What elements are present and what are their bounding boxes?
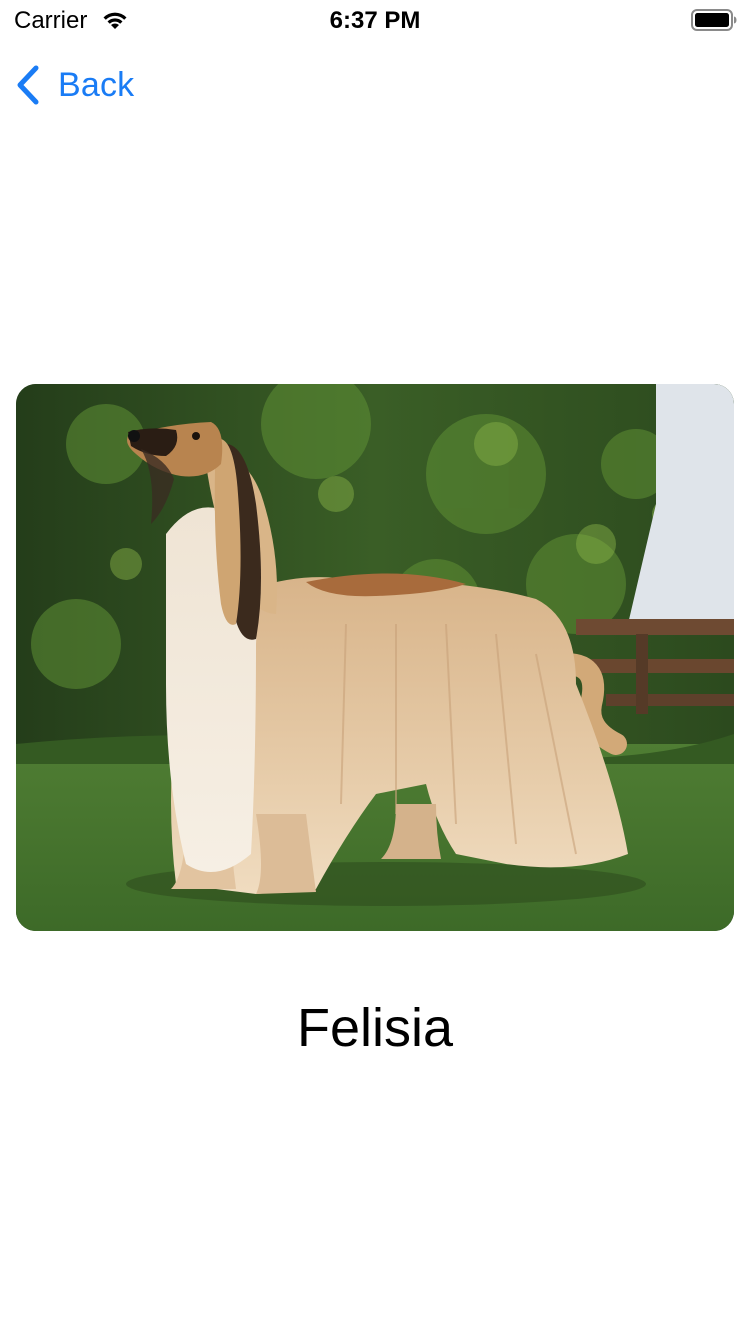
dog-photo [16, 384, 734, 931]
back-button[interactable]: Back [14, 62, 134, 108]
chevron-left-icon [17, 65, 39, 105]
battery-icon [691, 9, 737, 31]
status-bar: Carrier 6:37 PM [0, 0, 750, 40]
status-time: 6:37 PM [329, 7, 421, 34]
dog-detail-screen: Carrier 6:37 PM Back Felisia [0, 0, 750, 1334]
dog-name-label: Felisia [296, 998, 454, 1058]
navigation-bar: Back [0, 40, 750, 128]
back-label: Back [58, 65, 135, 104]
